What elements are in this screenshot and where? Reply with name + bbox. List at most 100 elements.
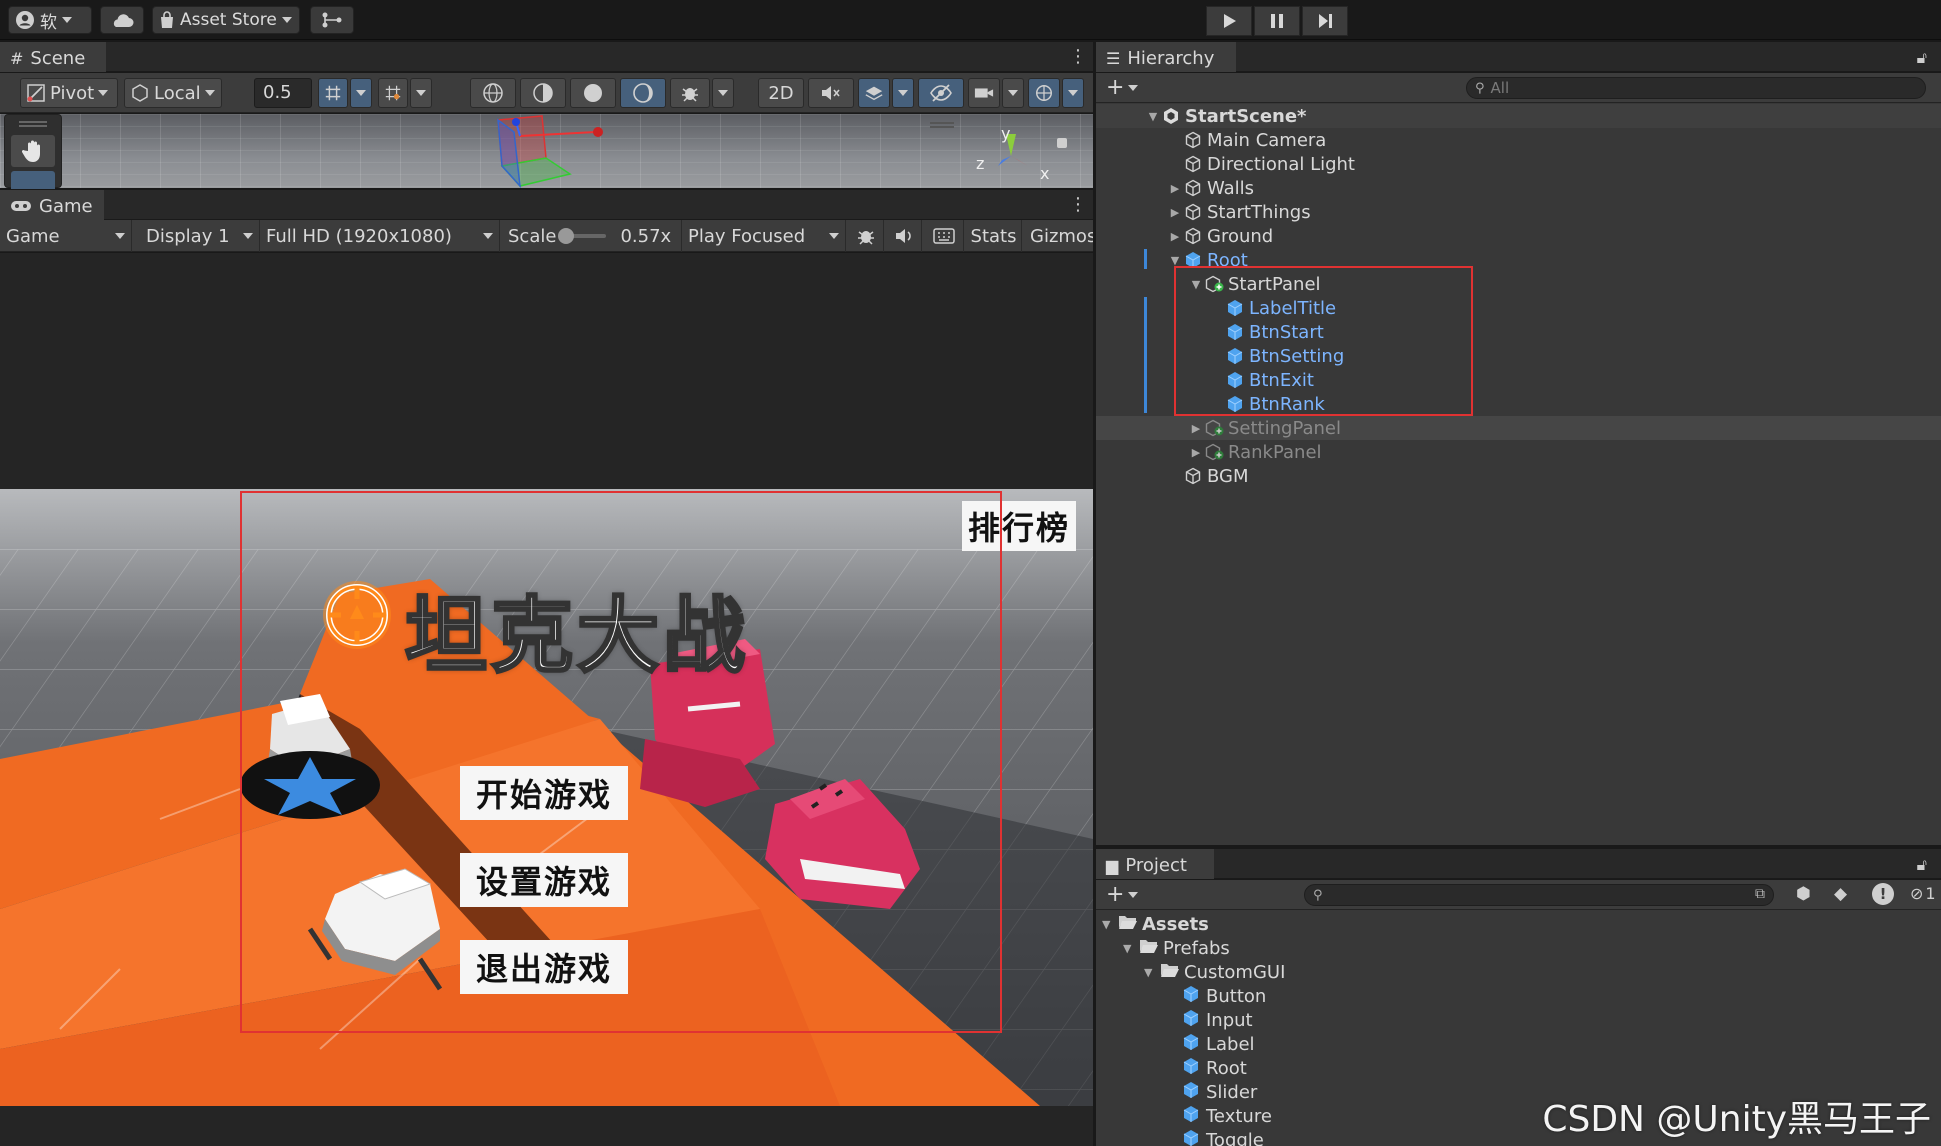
lock-icon[interactable]: 🔓︎: [1917, 855, 1927, 875]
rank-button[interactable]: 排行榜: [962, 501, 1076, 551]
pivot-dropdown[interactable]: Pivot: [20, 78, 118, 108]
expand-arrow-icon[interactable]: ▼: [1146, 110, 1160, 123]
filter-by-label-icon[interactable]: ◆: [1834, 884, 1847, 904]
scene-root-row[interactable]: ▼ StartScene*: [1096, 104, 1941, 128]
increment-snap-button[interactable]: [378, 78, 408, 108]
view-mode-dropdown[interactable]: Game: [0, 220, 132, 252]
hierarchy-item[interactable]: BtnExit: [1096, 368, 1941, 392]
play-button[interactable]: [1206, 6, 1252, 36]
hierarchy-item[interactable]: Directional Light: [1096, 152, 1941, 176]
shaded-button[interactable]: [570, 78, 616, 108]
tab-project[interactable]: ▆ Project: [1096, 849, 1214, 879]
expand-arrow-icon[interactable]: ▼: [1102, 918, 1118, 931]
project-asset[interactable]: Root: [1182, 1056, 1247, 1080]
project-asset[interactable]: Label: [1182, 1032, 1255, 1056]
hierarchy-search-input[interactable]: ⚲ All: [1466, 77, 1926, 99]
frame-debugger-button[interactable]: [848, 220, 884, 252]
version-control-button[interactable]: [310, 6, 354, 34]
project-asset[interactable]: Button: [1182, 984, 1266, 1008]
project-search-input[interactable]: ⚲ ⧉: [1304, 884, 1774, 906]
hierarchy-item[interactable]: ▶ RankPanel: [1096, 440, 1941, 464]
gizmos-dropdown[interactable]: [1062, 78, 1084, 108]
project-folder[interactable]: ▼ CustomGUI: [1144, 960, 1285, 984]
expand-arrow-icon[interactable]: ▶: [1168, 182, 1182, 195]
hidden-packages-button[interactable]: ⊘ 1: [1910, 884, 1936, 903]
play-mode-dropdown[interactable]: Play Focused: [682, 220, 846, 252]
expand-arrow-icon[interactable]: ▼: [1168, 254, 1182, 267]
scene-audio-button[interactable]: [808, 78, 854, 108]
scene-viewport[interactable]: y z x: [0, 114, 1093, 188]
stats-button[interactable]: Stats: [966, 220, 1022, 252]
expand-arrow-icon[interactable]: ▼: [1123, 942, 1139, 955]
pause-button[interactable]: [1254, 6, 1300, 36]
2d-toggle[interactable]: 2D: [758, 78, 804, 108]
hierarchy-item[interactable]: BGM: [1096, 464, 1941, 488]
camera-settings-dropdown[interactable]: [1002, 78, 1024, 108]
hierarchy-item[interactable]: BtnSetting: [1096, 344, 1941, 368]
hierarchy-item-root[interactable]: ▼ Root: [1096, 248, 1941, 272]
overlay-handle-icon[interactable]: [19, 121, 47, 127]
display-dropdown[interactable]: Display 1: [140, 220, 260, 252]
project-folder[interactable]: ▼ Prefabs: [1123, 936, 1230, 960]
hierarchy-item[interactable]: BtnRank: [1096, 392, 1941, 416]
grid-snap-button[interactable]: [318, 78, 348, 108]
project-asset[interactable]: Input: [1182, 1008, 1253, 1032]
scene-menu-icon[interactable]: ⋮: [1069, 47, 1087, 67]
resolution-dropdown[interactable]: Full HD (1920x1080): [260, 220, 500, 252]
move-tool-button[interactable]: [11, 171, 55, 189]
game-viewport[interactable]: 坦克大战 排行榜 开始游戏 设置游戏 退出游戏: [0, 489, 1093, 1106]
hierarchy-item-startpanel[interactable]: ▼ StartPanel: [1096, 272, 1941, 296]
grid-size-input[interactable]: 0.5: [254, 78, 312, 108]
effects-button[interactable]: [858, 78, 890, 108]
game-menu-icon[interactable]: ⋮: [1069, 195, 1087, 215]
project-folder[interactable]: ▼ Assets: [1102, 912, 1209, 936]
hierarchy-item[interactable]: LabelTitle: [1096, 296, 1941, 320]
shortcuts-button[interactable]: [924, 220, 964, 252]
asset-store-button[interactable]: Asset Store: [152, 6, 300, 34]
hierarchy-item[interactable]: Main Camera: [1096, 128, 1941, 152]
scene-visibility-button[interactable]: [918, 78, 964, 108]
hierarchy-item[interactable]: ▶ Walls: [1096, 176, 1941, 200]
hierarchy-item[interactable]: BtnStart: [1096, 320, 1941, 344]
hierarchy-item[interactable]: ▶ Ground: [1096, 224, 1941, 248]
overlay-handle-icon[interactable]: [930, 122, 954, 128]
exit-game-button[interactable]: 退出游戏: [460, 940, 628, 994]
hierarchy-item[interactable]: ▶ SettingPanel: [1096, 416, 1941, 440]
create-button[interactable]: +: [1106, 75, 1139, 100]
scale-slider[interactable]: [558, 228, 607, 244]
local-dropdown[interactable]: Local: [124, 78, 222, 108]
search-mode-icon[interactable]: ⧉: [1755, 886, 1765, 902]
shaded-wireframe-button[interactable]: [520, 78, 566, 108]
expand-arrow-icon[interactable]: ▶: [1168, 230, 1182, 243]
tab-scene[interactable]: # Scene: [0, 42, 106, 72]
effects-dropdown[interactable]: [892, 78, 914, 108]
start-game-button[interactable]: 开始游戏: [460, 766, 628, 820]
gizmos-toggle[interactable]: Gizmos: [1024, 220, 1096, 252]
lock-icon[interactable]: 🔓︎: [1917, 48, 1927, 68]
render-debug-button[interactable]: [670, 78, 710, 108]
cloud-button[interactable]: [100, 6, 144, 34]
wireframe-shading-button[interactable]: [470, 78, 516, 108]
filter-by-type-icon[interactable]: ⬢: [1796, 884, 1811, 904]
scale-slider-handle[interactable]: [558, 228, 575, 244]
expand-arrow-icon[interactable]: ▶: [1189, 446, 1203, 459]
expand-arrow-icon[interactable]: ▼: [1189, 278, 1203, 291]
gizmos-button[interactable]: [1028, 78, 1060, 108]
project-asset[interactable]: Texture: [1182, 1104, 1272, 1128]
exclamation-icon[interactable]: !: [1872, 883, 1894, 905]
increment-snap-dropdown[interactable]: [410, 78, 432, 108]
tab-game[interactable]: Game: [0, 190, 104, 220]
expand-arrow-icon[interactable]: ▶: [1189, 422, 1203, 435]
setting-game-button[interactable]: 设置游戏: [460, 853, 628, 907]
audio-toggle[interactable]: [886, 220, 922, 252]
expand-arrow-icon[interactable]: ▶: [1168, 206, 1182, 219]
camera-settings-button[interactable]: [968, 78, 1000, 108]
create-asset-button[interactable]: +: [1106, 882, 1139, 907]
hand-tool-button[interactable]: [11, 135, 55, 167]
project-asset[interactable]: Toggle: [1182, 1128, 1264, 1146]
tab-hierarchy[interactable]: ☰ Hierarchy: [1096, 42, 1236, 72]
render-debug-dropdown[interactable]: [712, 78, 734, 108]
expand-arrow-icon[interactable]: ▼: [1144, 966, 1160, 979]
account-dropdown[interactable]: 软: [8, 6, 92, 34]
debug-draw-button[interactable]: [620, 78, 666, 108]
